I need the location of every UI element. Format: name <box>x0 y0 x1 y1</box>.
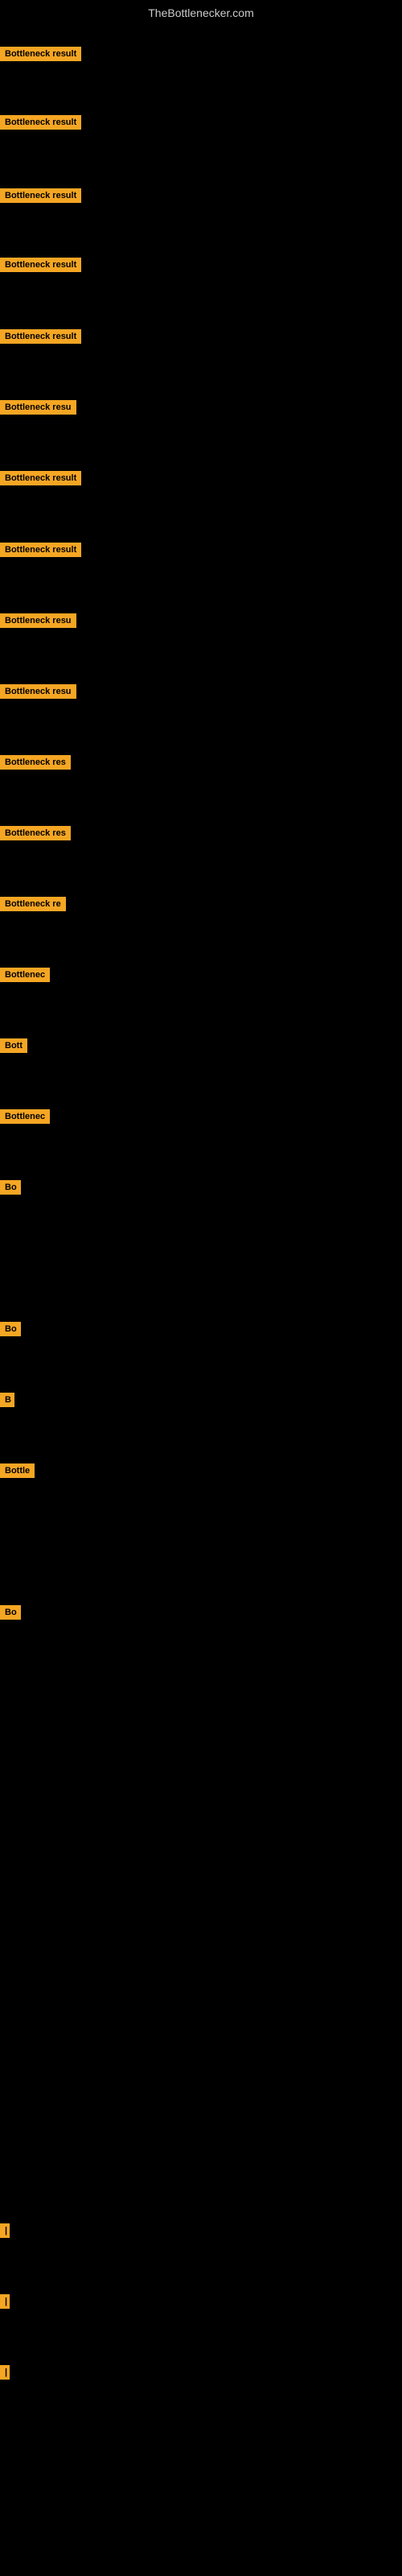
bottleneck-badge: | <box>0 2365 10 2380</box>
bottleneck-badge: B <box>0 1393 14 1407</box>
bottleneck-badge: Bottleneck result <box>0 258 81 272</box>
site-title: TheBottlenecker.com <box>0 0 402 26</box>
bottleneck-badge: Bottleneck result <box>0 329 81 344</box>
bottleneck-badge: Bo <box>0 1180 21 1195</box>
bottleneck-badge: Bottleneck resu <box>0 400 76 415</box>
bottleneck-badge: Bottle <box>0 1463 35 1478</box>
bottleneck-badge: Bottlenec <box>0 1109 50 1124</box>
bottleneck-badge: Bottleneck result <box>0 471 81 485</box>
bottleneck-badge: Bottleneck result <box>0 188 81 203</box>
bottleneck-badge: Bott <box>0 1038 27 1053</box>
bottleneck-badge: | <box>0 2294 10 2309</box>
bottleneck-badge: Bottlenec <box>0 968 50 982</box>
bottleneck-badge: Bottleneck res <box>0 755 71 770</box>
bottleneck-badge: Bo <box>0 1322 21 1336</box>
bottleneck-badge: Bottleneck re <box>0 897 66 911</box>
bottleneck-badge: Bottleneck resu <box>0 613 76 628</box>
bottleneck-badge: | <box>0 2223 10 2238</box>
bottleneck-badge: Bottleneck result <box>0 543 81 557</box>
bottleneck-badge: Bottleneck result <box>0 115 81 130</box>
bottleneck-badge: Bottleneck res <box>0 826 71 840</box>
bottleneck-badge: Bo <box>0 1605 21 1620</box>
bottleneck-badge: Bottleneck result <box>0 47 81 61</box>
bottleneck-badge: Bottleneck resu <box>0 684 76 699</box>
